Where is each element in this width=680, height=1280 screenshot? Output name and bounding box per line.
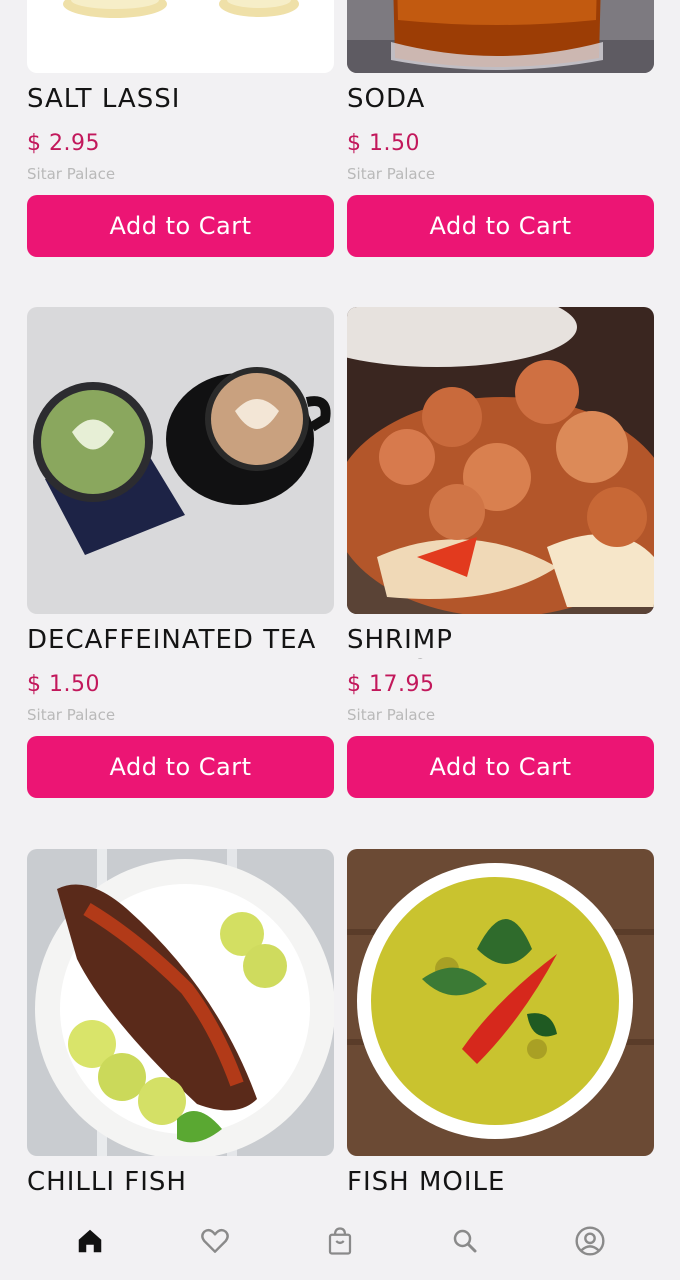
nav-favorites[interactable] <box>185 1213 245 1273</box>
product-image[interactable] <box>27 0 334 73</box>
product-vendor: Sitar Palace <box>27 706 116 724</box>
product-name: SODA <box>347 84 426 114</box>
add-to-cart-button[interactable]: Add to Cart <box>347 195 654 257</box>
product-vendor: Sitar Palace <box>27 165 116 183</box>
product-grid: SALT LASSI $ 2.95 Sitar Palace Add to Ca… <box>0 0 680 1200</box>
bottom-nav <box>0 1205 680 1280</box>
product-name: CHILLI FISH <box>27 1167 187 1197</box>
nav-profile[interactable] <box>560 1213 620 1273</box>
product-price: $ 2.95 <box>27 131 100 156</box>
product-image[interactable] <box>27 849 334 1156</box>
nav-search[interactable] <box>435 1213 495 1273</box>
product-vendor: Sitar Palace <box>347 706 436 724</box>
product-price: $ 17.95 <box>347 672 435 697</box>
nav-cart[interactable] <box>310 1213 370 1273</box>
profile-icon <box>574 1225 606 1261</box>
add-to-cart-button[interactable]: Add to Cart <box>347 736 654 798</box>
product-name: FISH MOILE <box>347 1167 506 1197</box>
product-price: $ 1.50 <box>27 672 100 697</box>
product-image[interactable] <box>27 307 334 614</box>
home-icon <box>75 1226 105 1260</box>
nav-home[interactable] <box>60 1213 120 1273</box>
search-icon <box>450 1226 480 1260</box>
add-to-cart-button[interactable]: Add to Cart <box>27 736 334 798</box>
heart-icon <box>199 1225 231 1261</box>
product-price: $ 1.50 <box>347 131 420 156</box>
product-vendor: Sitar Palace <box>347 165 436 183</box>
product-image[interactable] <box>347 307 654 614</box>
product-name: DECAFFEINATED TEA / <box>27 625 317 659</box>
shopping-bag-icon <box>325 1226 355 1260</box>
add-to-cart-button[interactable]: Add to Cart <box>27 195 334 257</box>
product-name: SALT LASSI <box>27 84 181 114</box>
product-image[interactable] <box>347 0 654 73</box>
product-name: SHRIMP MANCHURIAN <box>347 625 535 659</box>
product-image[interactable] <box>347 849 654 1156</box>
